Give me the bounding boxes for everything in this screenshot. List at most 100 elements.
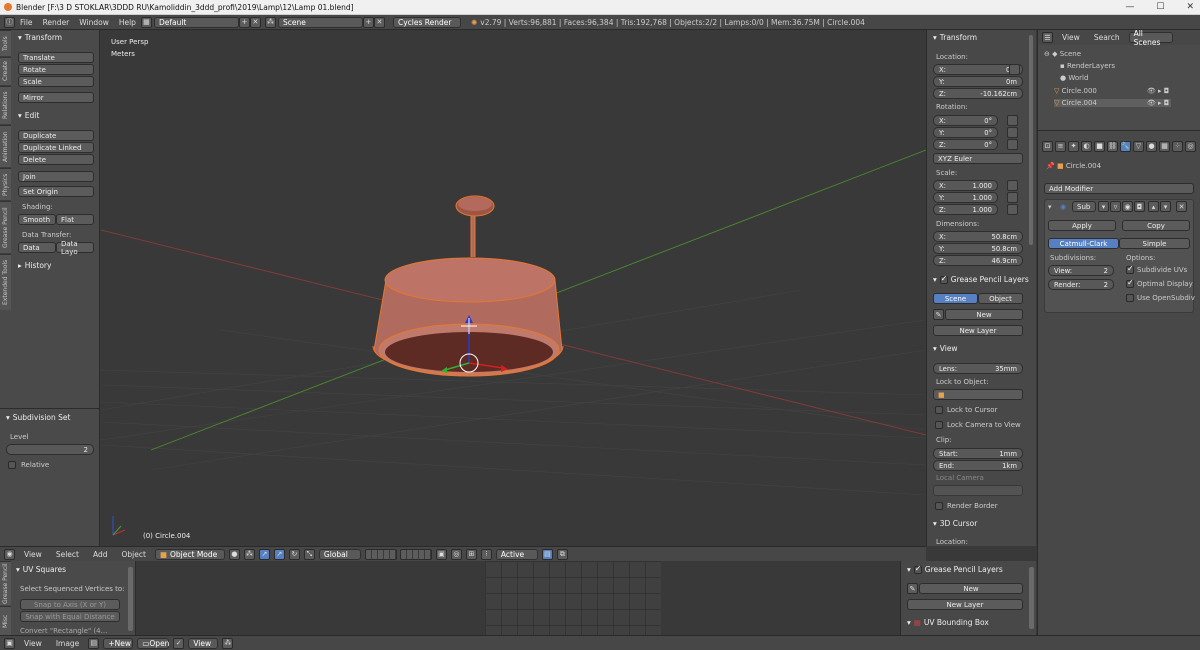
snap-toggle-icon[interactable]: ⊞	[465, 548, 477, 560]
orientation-select[interactable]: Global	[318, 548, 361, 560]
render-border-checkbox[interactable]	[935, 502, 943, 510]
lock-icon[interactable]	[1007, 180, 1018, 191]
3d-view-editor-icon[interactable]: ◉	[4, 548, 15, 560]
uv-gp-new-layer-button[interactable]: New Layer	[907, 599, 1023, 610]
scene-icon[interactable]: ⁂	[264, 16, 276, 28]
lens-field[interactable]: Lens: 35mm	[933, 363, 1023, 374]
remove-scene-button[interactable]: ✕	[373, 16, 385, 28]
modifier-name-field[interactable]: Sub	[1072, 201, 1096, 212]
proportional-edit-icon[interactable]: ◎	[450, 548, 462, 560]
sidebar-scrollbar[interactable]	[1029, 35, 1033, 245]
join-button[interactable]: Join	[18, 171, 94, 182]
uv-gp-enable-checkbox[interactable]	[913, 564, 922, 574]
pivot-point-icon[interactable]: ⁂	[243, 548, 255, 560]
menu-add[interactable]: Add	[88, 550, 113, 559]
viewport-toggle-icon[interactable]: ◉	[1122, 201, 1133, 212]
physics-tab-icon[interactable]: ◎	[1185, 140, 1196, 152]
rotate-button[interactable]: Rotate	[18, 64, 94, 75]
remove-layout-button[interactable]: ✕	[249, 16, 261, 28]
subdivision-set-header[interactable]: ▾ Subdivision Set	[6, 413, 70, 422]
uv-bounding-box-header[interactable]: ▾ ▦ UV Bounding Box	[907, 618, 989, 627]
render-preview-icon[interactable]: ▤	[541, 548, 553, 560]
data-tab-icon[interactable]: ▽	[1133, 140, 1144, 152]
gp-enable-checkbox[interactable]	[939, 274, 948, 284]
location-z-field[interactable]: Z: -10.162cm	[933, 88, 1023, 99]
mode-select[interactable]: ■ Object Mode	[154, 548, 225, 560]
data-layout-button[interactable]: Data Layo	[56, 240, 94, 256]
outliner-item-renderlayers[interactable]: ▪ RenderLayers	[1060, 62, 1115, 70]
outliner-view-menu[interactable]: View	[1057, 33, 1085, 42]
menu-object[interactable]: Object	[116, 550, 150, 559]
pin-image-icon[interactable]: ✓	[173, 637, 185, 649]
dimension-z-field[interactable]: Z: 46.9cm	[933, 255, 1023, 266]
lock-object-field[interactable]: ■	[933, 389, 1023, 400]
editor-type-icon[interactable]: ⓘ	[4, 16, 15, 28]
lock-icon[interactable]	[1009, 64, 1020, 75]
texture-tab-icon[interactable]: ▦	[1159, 140, 1170, 152]
material-tab-icon[interactable]: ●	[1146, 140, 1157, 152]
gp-new-layer-button[interactable]: New Layer	[933, 325, 1023, 336]
menu-view[interactable]: View	[19, 639, 47, 648]
uv-squares-header[interactable]: ▾ UV Squares	[16, 565, 66, 574]
screen-layout-field[interactable]: Default	[153, 16, 239, 28]
apply-button[interactable]: Apply	[1048, 220, 1116, 231]
scale-z-field[interactable]: Z: 1.000	[933, 204, 998, 215]
grease-pencil-header[interactable]: ▾Grease Pencil Layers	[933, 274, 1029, 285]
remove-modifier-icon[interactable]: ✕	[1176, 201, 1187, 212]
layers-group-2[interactable]	[399, 548, 432, 560]
translate-button[interactable]: Translate	[18, 52, 94, 63]
scale-manipulator-icon[interactable]: ⤡	[303, 548, 315, 560]
view-mode-select[interactable]: View	[188, 637, 219, 649]
outliner-editor-icon[interactable]: ☰	[1042, 32, 1053, 43]
edit-mode-toggle-icon[interactable]: ▾	[1098, 201, 1109, 212]
uv-gp-new-button[interactable]: New	[919, 583, 1023, 594]
image-editor-icon[interactable]: ▣	[4, 637, 15, 649]
scale-x-field[interactable]: X: 1.000	[933, 180, 998, 191]
gp-new-button[interactable]: New	[945, 309, 1023, 320]
level-field[interactable]: 2	[6, 444, 94, 455]
outliner-item-circle004[interactable]: ▽ Circle.004 👁 ▸ ◘	[1054, 99, 1172, 107]
object-tab-icon[interactable]: ■	[1094, 140, 1105, 152]
minimize-button[interactable]: —	[1125, 2, 1134, 12]
rotation-mode-select[interactable]: XYZ Euler	[933, 153, 1023, 164]
clip-end-field[interactable]: End: 1km	[933, 460, 1023, 471]
layers-tab-icon[interactable]: ≡	[1055, 140, 1066, 152]
menu-view[interactable]: View	[19, 550, 47, 559]
dimension-x-field[interactable]: X: 50.8cm	[933, 231, 1023, 242]
local-camera-field[interactable]	[933, 485, 1023, 496]
modifier-tab-icon[interactable]: 🔧	[1120, 140, 1131, 152]
visibility-icons[interactable]: 👁 ▸ ◘	[1147, 87, 1169, 95]
lock-cursor-checkbox[interactable]	[935, 406, 943, 414]
snap-element-icon[interactable]: ⁝	[480, 548, 492, 560]
duplicate-button[interactable]: Duplicate	[18, 130, 94, 141]
menu-file[interactable]: File	[15, 18, 38, 27]
duplicate-linked-button[interactable]: Duplicate Linked	[18, 142, 94, 153]
set-origin-button[interactable]: Set Origin	[18, 186, 94, 197]
move-up-icon[interactable]: ▴	[1148, 201, 1159, 212]
opensubdiv-checkbox[interactable]	[1126, 294, 1134, 302]
lamp-object[interactable]	[372, 195, 564, 377]
lock-icon[interactable]	[1007, 192, 1018, 203]
particles-tab-icon[interactable]: ⁘	[1172, 140, 1183, 152]
data-button[interactable]: Data	[18, 242, 56, 253]
tab-create[interactable]: Create	[0, 57, 11, 85]
relative-checkbox[interactable]	[8, 461, 16, 469]
modifier-expand-icon[interactable]: ▾	[1048, 203, 1052, 211]
transform-panel-header[interactable]: ▾ Transform	[18, 33, 62, 42]
scale-button[interactable]: Scale	[18, 76, 94, 87]
tab-grease-pencil[interactable]: Grease Pencil	[0, 201, 11, 253]
flat-button[interactable]: Flat	[56, 214, 94, 225]
opengl-render-icon[interactable]: ⧉	[556, 548, 568, 560]
uv-grease-pencil-header[interactable]: ▾Grease Pencil Layers	[907, 564, 1003, 575]
view-levels-field[interactable]: View: 2	[1048, 265, 1114, 276]
lock-icon[interactable]	[1007, 127, 1018, 138]
pin-icon[interactable]: 📌	[1046, 162, 1055, 170]
menu-render[interactable]: Render	[38, 18, 75, 27]
rotation-x-field[interactable]: X: 0°	[933, 115, 998, 126]
tab-tools[interactable]: Tools	[0, 30, 11, 56]
rotation-y-field[interactable]: Y: 0°	[933, 127, 998, 138]
world-tab-icon[interactable]: ◐	[1081, 140, 1092, 152]
subdivide-uvs-checkbox[interactable]	[1126, 264, 1134, 274]
location-y-field[interactable]: Y: 0m	[933, 76, 1023, 87]
copy-button[interactable]: Copy	[1122, 220, 1190, 231]
